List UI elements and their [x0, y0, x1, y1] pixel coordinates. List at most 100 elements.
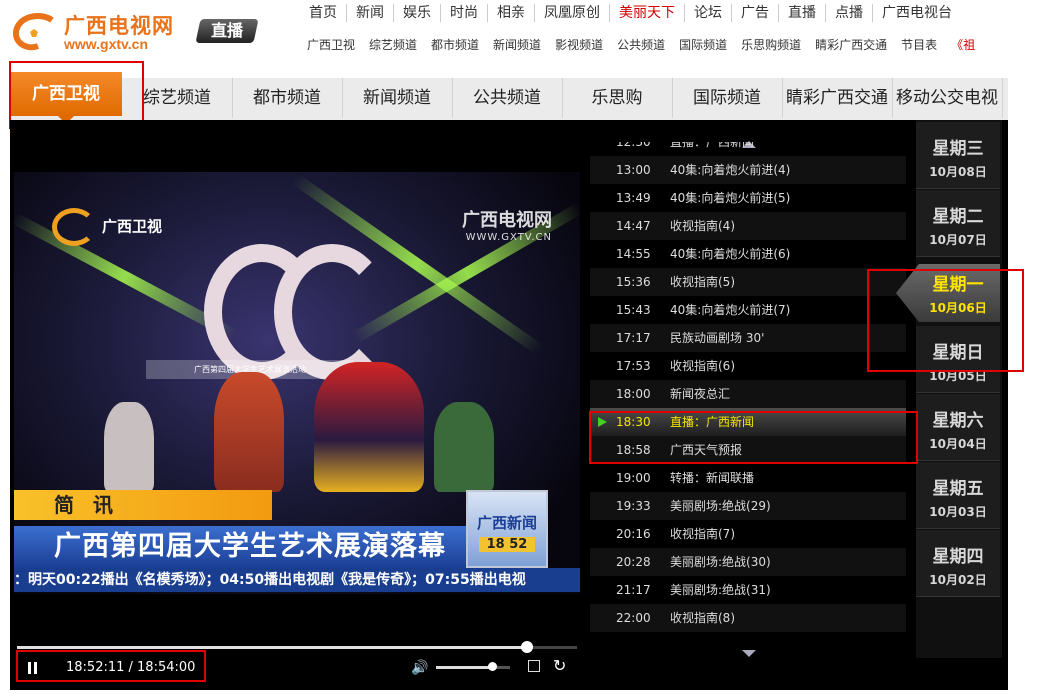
day-item[interactable]: 星期六 10月04日	[916, 394, 1000, 461]
schedule-time: 19:33	[616, 499, 651, 513]
news-ticker: ：明天00:22播出《名模秀场》；04:50播出电视剧《我是传奇》；07:55播…	[14, 568, 580, 592]
site-url: www.gxtv.cn	[64, 36, 149, 52]
channel-tab[interactable]: 移动公交电视	[892, 78, 1003, 118]
day-name: 星期三	[932, 139, 984, 159]
day-date: 10月04日	[929, 437, 987, 451]
progress-fill	[17, 646, 527, 649]
schedule-row[interactable]: 13:00 40集:向着炮火前进(4)	[590, 156, 906, 184]
schedule-time: 17:17	[616, 331, 651, 345]
day-item[interactable]: 星期四 10月02日	[916, 530, 1000, 597]
schedule-row[interactable]: 15:36 收视指南(5)	[590, 268, 906, 296]
top-nav-item[interactable]: 直播	[778, 4, 825, 22]
top-nav-item[interactable]: 新闻	[346, 4, 393, 22]
progress-handle[interactable]	[520, 641, 533, 653]
annotation-box-player-time	[16, 650, 206, 682]
top-nav-item[interactable]: 时尚	[440, 4, 487, 22]
sub-nav-item[interactable]: 综艺频道	[362, 37, 424, 53]
schedule-row[interactable]: 19:33 美丽剧场:绝战(29)	[590, 492, 906, 520]
schedule-row[interactable]: 12:30 直播：广西新闻	[590, 142, 906, 156]
schedule-time: 19:00	[616, 471, 651, 485]
schedule-row[interactable]: 14:55 40集:向着炮火前进(6)	[590, 240, 906, 268]
sub-nav-item[interactable]: 影视频道	[548, 37, 610, 53]
top-nav-item[interactable]: 论坛	[684, 4, 731, 22]
schedule-row[interactable]: 18:00 新闻夜总汇	[590, 380, 906, 408]
sub-nav-item[interactable]: 都市频道	[424, 37, 486, 53]
news-label: 简 讯	[14, 490, 272, 520]
top-nav-item[interactable]: 美丽天下	[609, 4, 684, 22]
day-item[interactable]: 星期二 10月07日	[916, 190, 1000, 257]
volume-fill	[436, 666, 492, 669]
progress-bar[interactable]	[17, 641, 577, 653]
dancer-figure	[434, 402, 494, 492]
top-nav-item[interactable]: 凤凰原创	[534, 4, 609, 22]
annotation-box-active-tab	[9, 61, 144, 129]
sub-nav: 广西卫视 综艺频道 都市频道 新闻频道 影视频道 公共频道 国际频道 乐思购频道 睛彩广西交通节…	[300, 34, 982, 52]
schedule-program: 收视指南(6)	[670, 359, 735, 373]
schedule-program: 40集:向着炮火前进(7)	[670, 303, 791, 317]
schedule-time: 21:17	[616, 583, 651, 597]
annotation-box-selected-day	[867, 269, 1024, 372]
channel-tab-label: 国际频道	[693, 88, 761, 108]
schedule-program: 直播：广西新闻	[670, 142, 755, 149]
volume-icon[interactable]: 🔊	[411, 659, 429, 677]
top-nav-item[interactable]: 广西电视台	[872, 4, 961, 22]
top-nav-item[interactable]: 首页	[300, 4, 346, 22]
schedule-program: 40集:向着炮火前进(4)	[670, 163, 791, 177]
channel-tab[interactable]: 国际频道	[672, 78, 783, 118]
schedule-program: 民族动画剧场 30'	[670, 331, 765, 345]
sub-nav-item[interactable]: 乐思购频道	[734, 37, 808, 53]
video-screen[interactable]: 广西卫视 广西电视网 WWW.GXTV.CN 广西第四届大学生艺术展演活动 简 …	[14, 172, 580, 594]
day-name: 星期五	[932, 479, 984, 499]
schedule-row[interactable]: 20:16 收视指南(7)	[590, 520, 906, 548]
day-date: 10月07日	[929, 233, 987, 247]
schedule-row[interactable]: 21:17 美丽剧场:绝战(31)	[590, 576, 906, 604]
volume-handle[interactable]	[487, 662, 497, 671]
sub-nav-item[interactable]: 节目表	[894, 37, 944, 53]
sub-nav-item[interactable]: 《祖	[944, 37, 982, 53]
news-headline: 广西第四届大学生艺术展演落幕	[14, 526, 466, 568]
schedule-scroll-down-icon[interactable]	[742, 650, 756, 657]
schedule-row[interactable]: 20:28 美丽剧场:绝战(30)	[590, 548, 906, 576]
schedule-row[interactable]: 14:47 收视指南(4)	[590, 212, 906, 240]
schedule-row[interactable]: 17:17 民族动画剧场 30'	[590, 324, 906, 352]
gxtv-logo-icon	[13, 13, 54, 51]
top-nav-item[interactable]: 点播	[825, 4, 872, 22]
schedule-program: 40集:向着炮火前进(5)	[670, 191, 791, 205]
schedule-row[interactable]: 13:49 40集:向着炮火前进(5)	[590, 184, 906, 212]
schedule-program: 40集:向着炮火前进(6)	[670, 247, 791, 261]
dancer-figure	[214, 372, 284, 492]
schedule-row[interactable]: 15:43 40集:向着炮火前进(7)	[590, 296, 906, 324]
day-list: 星期三 10月08日 星期二 10月07日 星期一 10月06日 星期日 10月05日 星期六 1…	[896, 122, 1000, 658]
channel-tab-label: 都市频道	[253, 88, 321, 108]
schedule-row[interactable]: 22:00 收视指南(8)	[590, 604, 906, 632]
schedule-program: 收视指南(8)	[670, 611, 735, 625]
sub-nav-item[interactable]: 广西卫视	[300, 37, 362, 53]
day-item[interactable]: 星期五 10月03日	[916, 462, 1000, 529]
refresh-icon[interactable]: ↻	[553, 657, 566, 675]
site-logo[interactable]: 广西电视网 www.gxtv.cn	[12, 6, 192, 52]
schedule-time: 20:28	[616, 555, 651, 569]
day-name: 星期六	[932, 411, 984, 431]
channel-tab[interactable]: 公共频道	[452, 78, 563, 118]
channel-tab[interactable]: 新闻频道	[342, 78, 453, 118]
fullscreen-icon[interactable]	[528, 660, 540, 672]
channel-tab-label: 乐思购	[591, 88, 643, 108]
channel-tab[interactable]: 乐思购	[562, 78, 673, 118]
sub-nav-item[interactable]: 国际频道	[672, 37, 734, 53]
channel-tab[interactable]: 睛彩广西交通	[782, 78, 893, 118]
volume-slider[interactable]	[436, 662, 510, 671]
sub-nav-item[interactable]: 新闻频道	[486, 37, 548, 53]
day-date: 10月08日	[929, 165, 987, 179]
sub-nav-item[interactable]: 公共频道	[610, 37, 672, 53]
day-item[interactable]: 星期三 10月08日	[916, 122, 1000, 189]
schedule-row[interactable]: 17:53 收视指南(6)	[590, 352, 906, 380]
channel-tab-label: 新闻频道	[363, 88, 431, 108]
sub-nav-item[interactable]: 睛彩广西交通	[808, 37, 894, 53]
channel-tab-label: 移动公交电视	[896, 88, 998, 108]
schedule-row[interactable]: 19:00 转播：新闻联播	[590, 464, 906, 492]
top-nav-item[interactable]: 相亲	[487, 4, 534, 22]
channel-tab[interactable]: 都市频道	[232, 78, 343, 118]
schedule-time: 18:00	[616, 387, 651, 401]
top-nav-item[interactable]: 广告	[731, 4, 778, 22]
top-nav-item[interactable]: 娱乐	[393, 4, 440, 22]
